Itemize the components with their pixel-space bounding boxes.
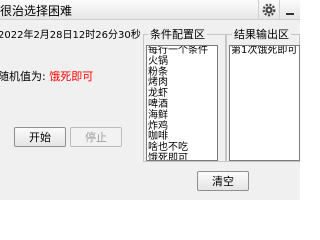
clear-button[interactable]: 清空 bbox=[197, 171, 249, 191]
title-bar: 很治选择困难 bbox=[0, 0, 300, 20]
list-item: 海鲜 bbox=[148, 109, 168, 121]
output-title: 结果输出区 bbox=[232, 28, 291, 41]
conditions-textbox[interactable]: 每行一个条件 火锅 粉条 烤肉 龙虾 啤酒 海鲜 炸鸡 咖啡 啥也不吃 饿死即可 bbox=[146, 45, 218, 161]
stop-button[interactable]: 停止 bbox=[70, 127, 122, 147]
conditions-title: 条件配置区 bbox=[148, 28, 207, 41]
result-label: 随机值为: bbox=[0, 70, 50, 83]
result-value: 饿死即可 bbox=[49, 70, 94, 83]
settings-button[interactable] bbox=[258, 0, 279, 19]
timer-text: 2022年2月28日12时26分30秒 bbox=[0, 30, 141, 41]
minimize-button[interactable] bbox=[279, 0, 300, 19]
list-item: 火锅 bbox=[148, 55, 168, 67]
output-textbox[interactable]: 第1次饿死即可 bbox=[229, 45, 300, 161]
list-item: 第1次饿死即可 bbox=[231, 45, 298, 56]
gear-icon bbox=[262, 3, 276, 16]
list-item: 饿死即可 bbox=[148, 152, 188, 161]
main-panel: 2022年2月28日12时26分30秒 随机值为: 饿死即可 开始 停止 条件配… bbox=[0, 20, 300, 200]
window-title: 很治选择困难 bbox=[0, 4, 73, 18]
result-line: 随机值为: 饿死即可 bbox=[0, 68, 93, 84]
minimize-icon bbox=[286, 12, 294, 15]
start-button[interactable]: 开始 bbox=[14, 127, 66, 147]
